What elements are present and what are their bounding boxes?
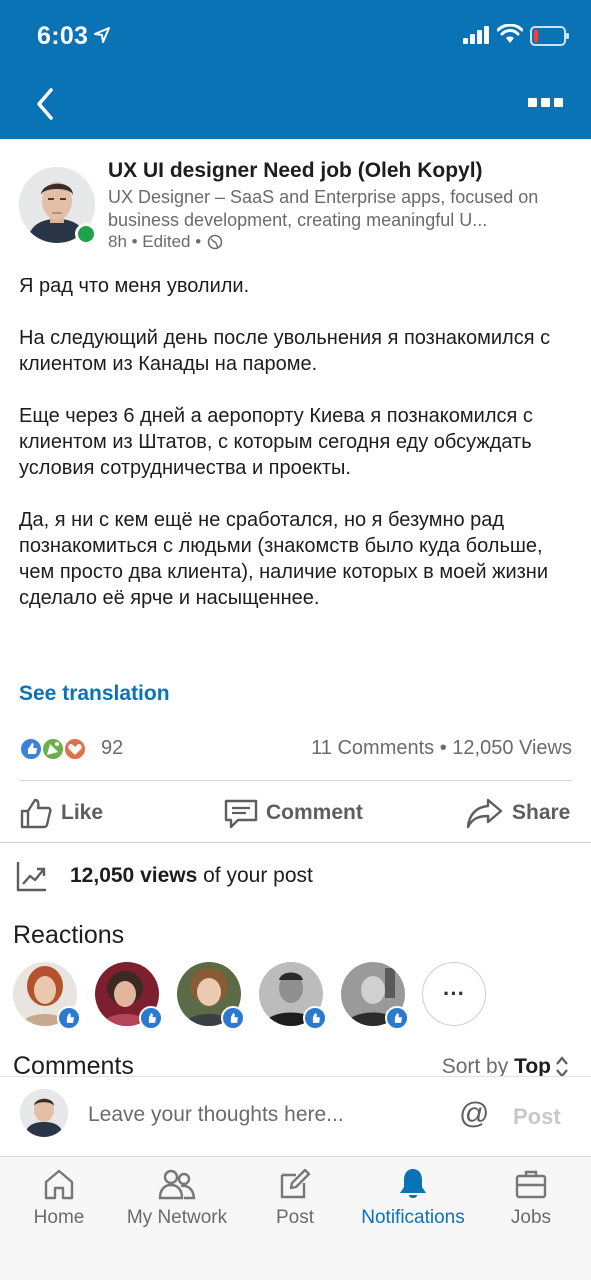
- wifi-icon: [497, 24, 523, 43]
- tab-jobs[interactable]: Jobs: [506, 1167, 556, 1233]
- reactor-avatar[interactable]: [95, 962, 163, 1030]
- author-name[interactable]: UX UI designer Need job (Oleh Kopyl): [108, 159, 483, 183]
- more-options-icon[interactable]: [528, 98, 564, 108]
- see-translation-link[interactable]: See translation: [19, 682, 170, 706]
- share-label: Share: [512, 801, 571, 824]
- love-reaction-icon: [63, 737, 87, 761]
- post-time-edited: 8h • Edited •: [108, 232, 202, 251]
- share-button[interactable]: Share: [466, 791, 570, 835]
- like-badge-icon: [139, 1006, 163, 1030]
- back-chevron-icon[interactable]: [33, 86, 57, 122]
- tab-home[interactable]: Home: [27, 1167, 91, 1233]
- post-comment-button[interactable]: Post: [513, 1104, 561, 1130]
- post-header: UX UI designer Need job (Oleh Kopyl) UX …: [0, 139, 591, 259]
- post-body: Я рад что меня уволили. На следующий ден…: [19, 273, 574, 637]
- author-headline: UX Designer – SaaS and Enterprise apps, …: [108, 187, 539, 230]
- reactor-avatar[interactable]: [13, 962, 81, 1030]
- like-badge-icon: [385, 1006, 409, 1030]
- tab-label: Post: [275, 1207, 315, 1228]
- views-text: 12,050 views of your post: [70, 864, 313, 888]
- like-badge-icon: [221, 1006, 245, 1030]
- comments-views-count[interactable]: 11 Comments • 12,050 Views: [311, 737, 572, 760]
- post-paragraph: Я рад что меня уволили.: [19, 275, 250, 297]
- tab-label: My Network: [126, 1207, 228, 1228]
- reactor-avatar[interactable]: [341, 962, 409, 1030]
- status-time: 6:03: [37, 22, 89, 50]
- post-paragraph: На следующий день после увольнения я поз…: [19, 327, 551, 375]
- divider: [0, 842, 591, 843]
- online-status-dot: [75, 223, 97, 245]
- mention-at-icon[interactable]: @: [459, 1099, 489, 1129]
- more-reactors-button[interactable]: ···: [422, 962, 486, 1026]
- post-stats: 92 11 Comments • 12,050 Views: [19, 733, 572, 765]
- like-badge-icon: [57, 1006, 81, 1030]
- share-icon: [466, 798, 503, 829]
- post-meta: 8h • Edited •: [108, 232, 223, 252]
- post-paragraph: Еще через 6 дней а аеропорту Киева я поз…: [19, 405, 533, 479]
- app-header: 6:03: [0, 0, 591, 139]
- jobs-icon: [515, 1170, 547, 1199]
- tab-notifications[interactable]: Notifications: [356, 1167, 470, 1233]
- globe-icon: [207, 234, 223, 250]
- views-suffix: of your post: [197, 864, 313, 887]
- tab-label: Jobs: [510, 1207, 552, 1228]
- comment-icon: [224, 799, 258, 829]
- comment-label: Comment: [266, 801, 363, 824]
- signal-icon: [463, 26, 489, 44]
- reaction-count[interactable]: 92: [101, 737, 123, 760]
- reactors-list: ···: [13, 962, 493, 1030]
- reactor-avatar[interactable]: [259, 962, 327, 1030]
- views-count: 12,050 views: [70, 864, 198, 887]
- sort-prefix: Sort by: [441, 1055, 515, 1078]
- reactions-title: Reactions: [13, 921, 125, 949]
- reactor-avatar[interactable]: [177, 962, 245, 1030]
- like-reaction-icon: [19, 737, 43, 761]
- tab-post[interactable]: Post: [270, 1167, 320, 1233]
- tab-label: Notifications: [361, 1207, 465, 1228]
- divider: [19, 780, 572, 781]
- post-paragraph: Да, я ни с кем ещё не сработался, но я б…: [19, 509, 549, 609]
- post-views-row[interactable]: 12,050 views of your post: [16, 858, 576, 894]
- like-badge-icon: [303, 1006, 327, 1030]
- home-icon: [44, 1169, 74, 1200]
- current-user-avatar: [20, 1089, 68, 1137]
- battery-icon: [530, 26, 569, 46]
- like-label: Like: [61, 801, 104, 824]
- reaction-icons[interactable]: [19, 737, 99, 761]
- celebrate-reaction-icon: [41, 737, 65, 761]
- notifications-icon: [400, 1169, 426, 1198]
- like-button[interactable]: Like: [19, 791, 103, 835]
- post-actions: Like Comment Share: [0, 783, 591, 841]
- comment-composer: @ Post: [0, 1076, 591, 1156]
- comment-input[interactable]: [88, 1095, 438, 1135]
- bottom-tab-bar: Home My Network Post Notifications Jobs: [0, 1156, 591, 1280]
- sort-value: Top: [514, 1055, 551, 1078]
- thumbs-up-icon: [20, 798, 52, 829]
- my-network-icon: [158, 1169, 196, 1200]
- comment-button[interactable]: Comment: [224, 791, 363, 835]
- post-icon: [280, 1168, 311, 1199]
- tab-label: Home: [33, 1207, 85, 1228]
- trending-chart-icon: [16, 862, 46, 892]
- location-arrow-icon: [94, 27, 110, 43]
- tab-my-network[interactable]: My Network: [120, 1167, 234, 1233]
